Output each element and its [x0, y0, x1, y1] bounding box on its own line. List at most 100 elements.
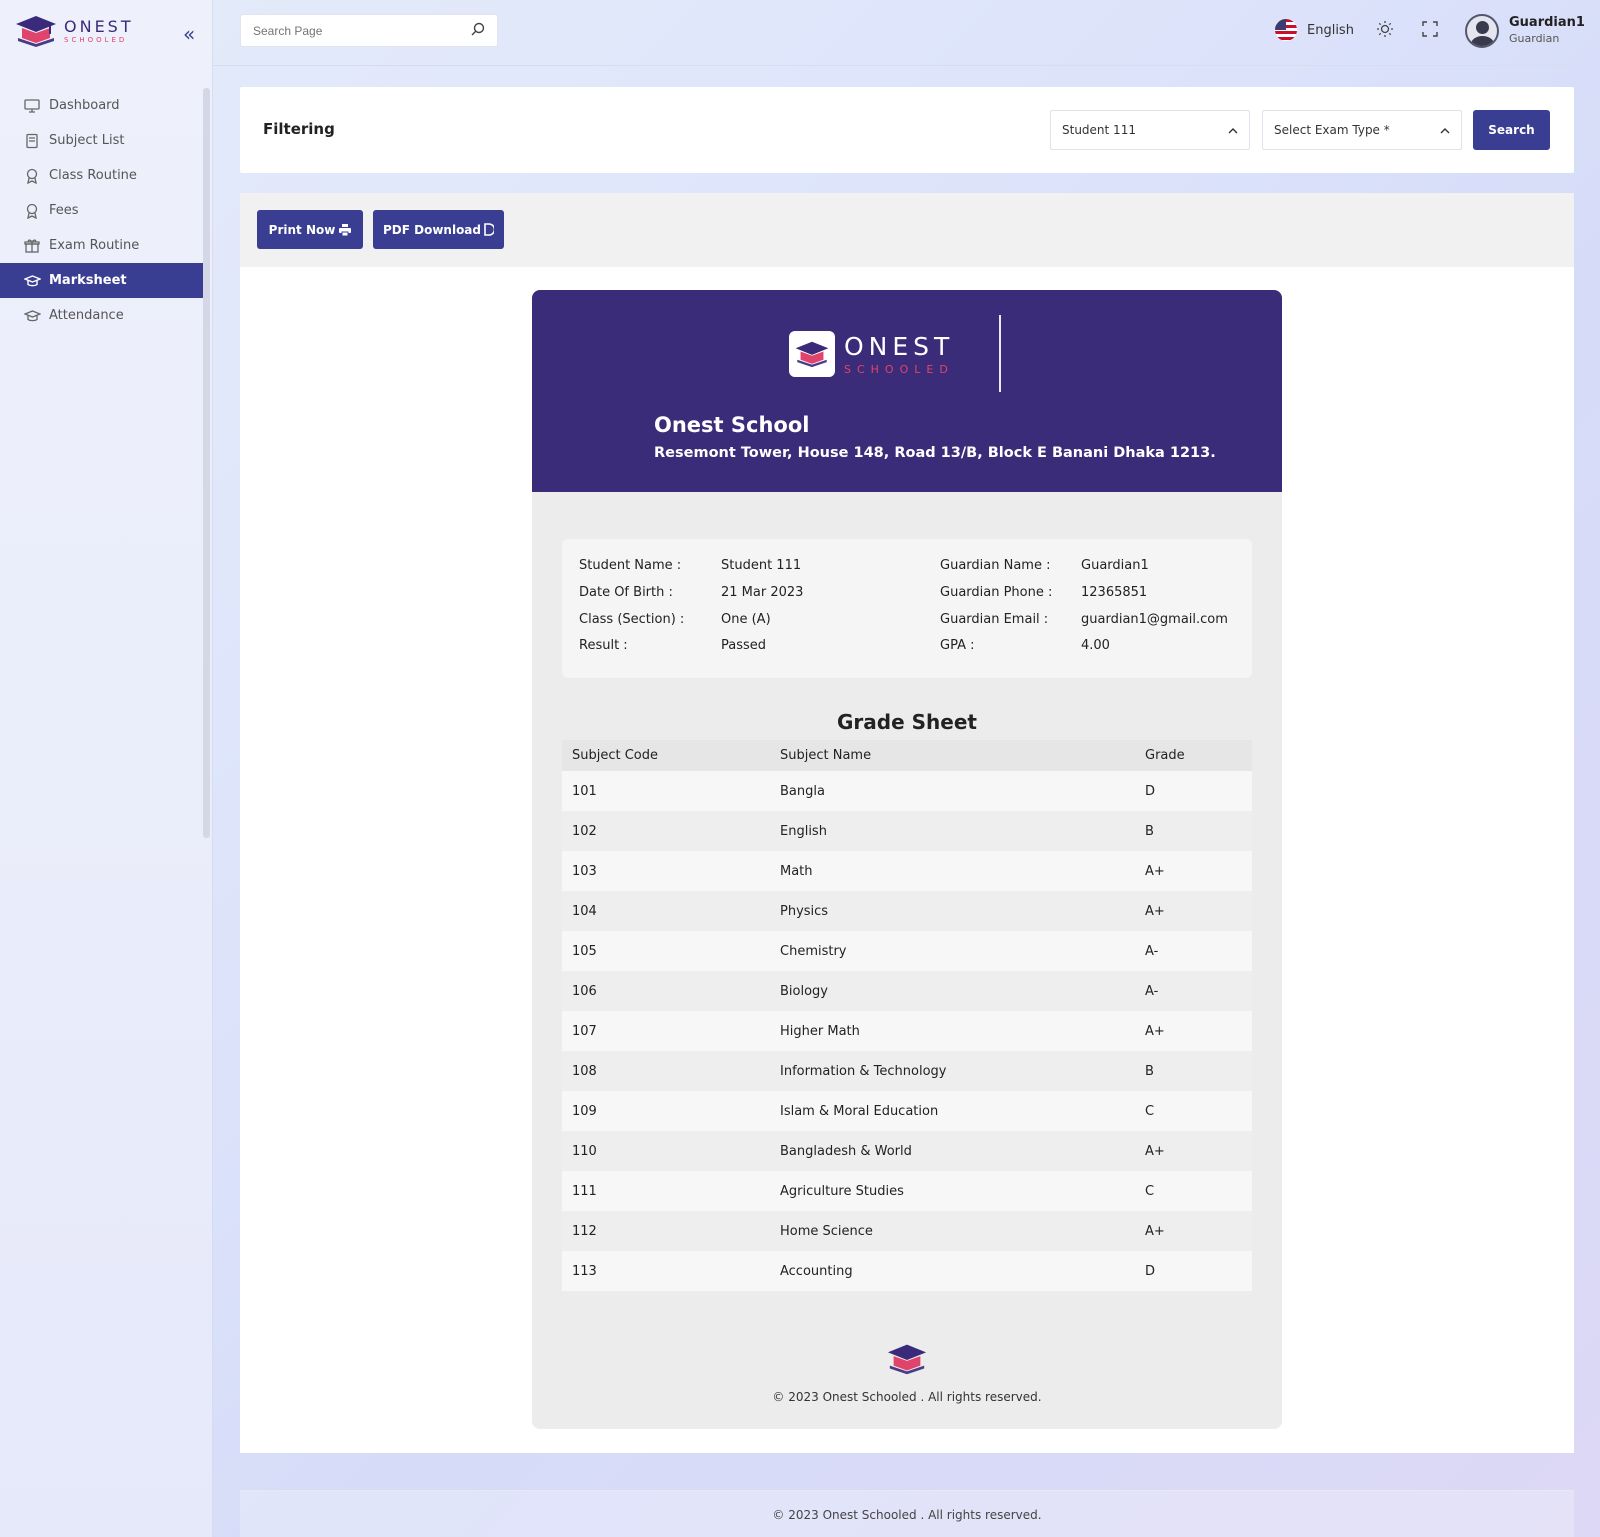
grade-sheet-title: Grade Sheet: [837, 710, 977, 734]
logo-name: ONEST: [844, 331, 955, 361]
table-cell: Biology: [770, 971, 1135, 1011]
table-cell: A-: [1135, 971, 1252, 1011]
info-label: Result :: [579, 638, 628, 653]
table-cell: Math: [770, 851, 1135, 891]
student-select[interactable]: Student 111: [1050, 110, 1250, 150]
table-cell: C: [1135, 1091, 1252, 1131]
footer-logo-icon: [886, 1342, 928, 1380]
table-cell: A+: [1135, 1211, 1252, 1251]
table-row: 110 Bangladesh & World A+: [562, 1131, 1252, 1171]
info-value: Guardian1: [1081, 558, 1149, 573]
exam-type-select[interactable]: Select Exam Type *: [1262, 110, 1462, 150]
sidebar: ONEST SCHOOLED « Dashboard Subject List …: [0, 0, 213, 1537]
top-bar: English Guardian1 Guardian: [213, 0, 1600, 66]
sidebar-item-label: Class Routine: [49, 168, 137, 183]
table-cell: Agriculture Studies: [770, 1171, 1135, 1211]
sidebar-item-exam-routine[interactable]: Exam Routine: [0, 228, 203, 263]
info-label: Student Name :: [579, 558, 682, 573]
sidebar-item-label: Attendance: [49, 308, 124, 323]
info-label: Guardian Phone :: [940, 585, 1053, 600]
graduation-cap-icon: [23, 307, 41, 325]
table-cell: 109: [562, 1091, 770, 1131]
sidebar-item-label: Marksheet: [49, 273, 127, 288]
table-cell: 108: [562, 1051, 770, 1091]
info-label: GPA :: [940, 638, 975, 653]
table-cell: A+: [1135, 1011, 1252, 1051]
table-cell: A-: [1135, 931, 1252, 971]
marksheet-header: ONEST SCHOOLED Onest School Resemont Tow…: [532, 290, 1282, 492]
chevron-up-icon: [1228, 124, 1238, 137]
table-cell: 113: [562, 1251, 770, 1291]
school-logo: ONEST SCHOOLED: [789, 331, 954, 377]
sidebar-item-label: Fees: [49, 203, 79, 218]
info-value: guardian1@gmail.com: [1081, 612, 1228, 627]
pdf-download-label: PDF Download: [382, 222, 481, 237]
table-row: 108 Information & Technology B: [562, 1051, 1252, 1091]
table-cell: Bangladesh & World: [770, 1131, 1135, 1171]
sun-icon[interactable]: [1376, 20, 1394, 43]
table-cell: 107: [562, 1011, 770, 1051]
brand-name: ONEST: [64, 16, 134, 36]
table-row: 101 Bangla D: [562, 771, 1252, 811]
sidebar-item-marksheet[interactable]: Marksheet: [0, 263, 203, 298]
filter-card: Filtering Student 111 Select Exam Type *…: [240, 87, 1574, 173]
student-info-box: Student Name : Student 111 Date Of Birth…: [562, 539, 1252, 678]
print-now-button[interactable]: Print Now: [257, 210, 363, 249]
chevrons-left-icon[interactable]: «: [183, 22, 195, 46]
avatar[interactable]: [1465, 14, 1499, 48]
info-label: Class (Section) :: [579, 612, 685, 627]
table-cell: 105: [562, 931, 770, 971]
table-cell: A+: [1135, 851, 1252, 891]
chevron-up-icon: [1440, 124, 1450, 137]
sidebar-item-label: Exam Routine: [49, 238, 140, 253]
table-row: 104 Physics A+: [562, 891, 1252, 931]
table-cell: 106: [562, 971, 770, 1011]
table-row: 107 Higher Math A+: [562, 1011, 1252, 1051]
printer-icon: [339, 223, 352, 236]
info-value: Passed: [721, 638, 767, 653]
sidebar-item-fees[interactable]: Fees: [0, 193, 203, 228]
info-label: Guardian Name :: [940, 558, 1051, 573]
filter-title: Filtering: [263, 120, 335, 138]
brand-logo[interactable]: ONEST SCHOOLED: [14, 14, 134, 48]
sidebar-nav: Dashboard Subject List Class Routine Fee…: [0, 88, 203, 333]
header-divider: [999, 315, 1001, 392]
sidebar-item-label: Dashboard: [49, 98, 120, 113]
table-row: 106 Biology A-: [562, 971, 1252, 1011]
graduation-cap-icon: [23, 272, 41, 290]
sidebar-item-attendance[interactable]: Attendance: [0, 298, 203, 333]
table-cell: Bangla: [770, 771, 1135, 811]
table-row: 113 Accounting D: [562, 1251, 1252, 1291]
table-cell: English: [770, 811, 1135, 851]
search-input[interactable]: [253, 23, 471, 38]
info-value: 21 Mar 2023: [721, 585, 804, 600]
table-row: 103 Math A+: [562, 851, 1252, 891]
user-name[interactable]: Guardian1: [1509, 15, 1585, 30]
table-cell: Islam & Moral Education: [770, 1091, 1135, 1131]
table-cell: Home Science: [770, 1211, 1135, 1251]
school-name: Onest School: [654, 413, 810, 437]
search-icon[interactable]: [471, 22, 485, 40]
footer-copyright: © 2023 Onest Schooled . All rights reser…: [772, 1508, 1042, 1522]
monitor-icon: [23, 97, 41, 115]
table-cell: 102: [562, 811, 770, 851]
table-cell: D: [1135, 771, 1252, 811]
table-cell: B: [1135, 811, 1252, 851]
sidebar-item-subject-list[interactable]: Subject List: [0, 123, 203, 158]
search-button[interactable]: Search: [1473, 110, 1550, 150]
sidebar-scrollbar[interactable]: [203, 88, 210, 838]
table-cell: Chemistry: [770, 931, 1135, 971]
award-icon: [23, 167, 41, 185]
table-row: 109 Islam & Moral Education C: [562, 1091, 1252, 1131]
sidebar-item-class-routine[interactable]: Class Routine: [0, 158, 203, 193]
table-cell: 103: [562, 851, 770, 891]
marksheet-card: ONEST SCHOOLED Onest School Resemont Tow…: [240, 267, 1574, 1453]
table-row: 112 Home Science A+: [562, 1211, 1252, 1251]
language-selector[interactable]: English: [1275, 19, 1354, 41]
book-icon: [23, 132, 41, 150]
sidebar-item-dashboard[interactable]: Dashboard: [0, 88, 203, 123]
column-header: Subject Code: [562, 740, 770, 771]
fullscreen-icon[interactable]: [1421, 20, 1439, 43]
pdf-download-button[interactable]: PDF Download: [373, 210, 504, 249]
info-label: Guardian Email :: [940, 612, 1049, 627]
